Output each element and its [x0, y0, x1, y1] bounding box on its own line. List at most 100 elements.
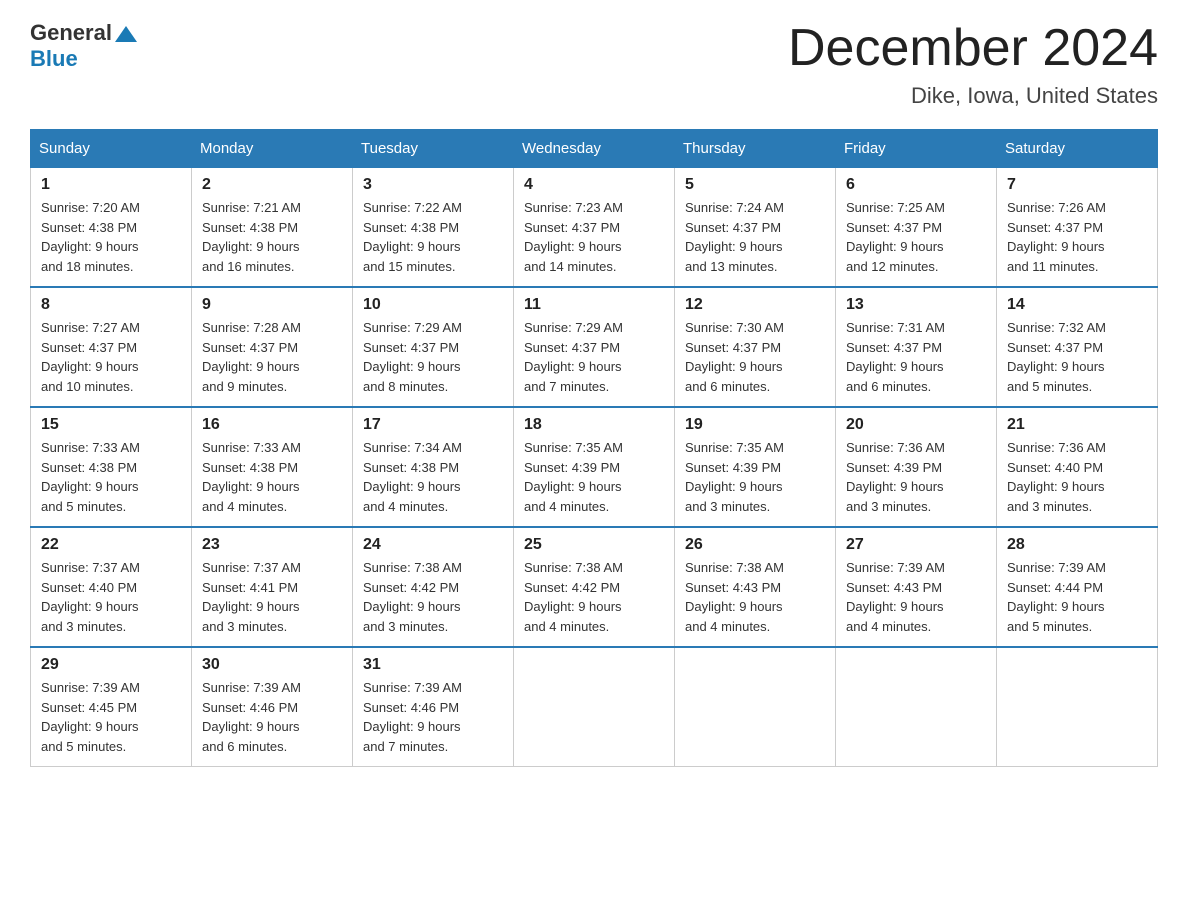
- day-number: 20: [846, 416, 986, 434]
- calendar-day-cell: 6 Sunrise: 7:25 AM Sunset: 4:37 PM Dayli…: [836, 168, 997, 288]
- day-info: Sunrise: 7:30 AM Sunset: 4:37 PM Dayligh…: [685, 318, 825, 396]
- logo-general-text: General: [30, 20, 112, 46]
- calendar-day-header: Saturday: [997, 130, 1158, 168]
- logo-blue-text: Blue: [30, 46, 137, 72]
- day-number: 17: [363, 416, 503, 434]
- day-number: 24: [363, 536, 503, 554]
- calendar-day-cell: 22 Sunrise: 7:37 AM Sunset: 4:40 PM Dayl…: [31, 527, 192, 647]
- day-number: 27: [846, 536, 986, 554]
- calendar-day-cell: 7 Sunrise: 7:26 AM Sunset: 4:37 PM Dayli…: [997, 168, 1158, 288]
- calendar-day-header: Tuesday: [353, 130, 514, 168]
- calendar-day-cell: 11 Sunrise: 7:29 AM Sunset: 4:37 PM Dayl…: [514, 287, 675, 407]
- calendar-day-cell: 28 Sunrise: 7:39 AM Sunset: 4:44 PM Dayl…: [997, 527, 1158, 647]
- day-number: 10: [363, 296, 503, 314]
- day-info: Sunrise: 7:28 AM Sunset: 4:37 PM Dayligh…: [202, 318, 342, 396]
- day-info: Sunrise: 7:36 AM Sunset: 4:40 PM Dayligh…: [1007, 438, 1147, 516]
- calendar-day-header: Sunday: [31, 130, 192, 168]
- day-number: 7: [1007, 176, 1147, 194]
- calendar-day-cell: 5 Sunrise: 7:24 AM Sunset: 4:37 PM Dayli…: [675, 168, 836, 288]
- day-info: Sunrise: 7:33 AM Sunset: 4:38 PM Dayligh…: [202, 438, 342, 516]
- day-number: 1: [41, 176, 181, 194]
- calendar-day-cell: 16 Sunrise: 7:33 AM Sunset: 4:38 PM Dayl…: [192, 407, 353, 527]
- day-info: Sunrise: 7:20 AM Sunset: 4:38 PM Dayligh…: [41, 198, 181, 276]
- day-info: Sunrise: 7:38 AM Sunset: 4:43 PM Dayligh…: [685, 558, 825, 636]
- day-number: 23: [202, 536, 342, 554]
- calendar-day-cell: 19 Sunrise: 7:35 AM Sunset: 4:39 PM Dayl…: [675, 407, 836, 527]
- day-info: Sunrise: 7:23 AM Sunset: 4:37 PM Dayligh…: [524, 198, 664, 276]
- calendar-day-cell: 27 Sunrise: 7:39 AM Sunset: 4:43 PM Dayl…: [836, 527, 997, 647]
- day-info: Sunrise: 7:29 AM Sunset: 4:37 PM Dayligh…: [363, 318, 503, 396]
- day-number: 13: [846, 296, 986, 314]
- calendar-day-cell: 24 Sunrise: 7:38 AM Sunset: 4:42 PM Dayl…: [353, 527, 514, 647]
- calendar-day-cell: 25 Sunrise: 7:38 AM Sunset: 4:42 PM Dayl…: [514, 527, 675, 647]
- calendar-day-cell: 20 Sunrise: 7:36 AM Sunset: 4:39 PM Dayl…: [836, 407, 997, 527]
- day-number: 18: [524, 416, 664, 434]
- day-number: 6: [846, 176, 986, 194]
- day-info: Sunrise: 7:34 AM Sunset: 4:38 PM Dayligh…: [363, 438, 503, 516]
- day-number: 3: [363, 176, 503, 194]
- calendar-day-header: Thursday: [675, 130, 836, 168]
- day-number: 12: [685, 296, 825, 314]
- calendar-week-row: 8 Sunrise: 7:27 AM Sunset: 4:37 PM Dayli…: [31, 287, 1158, 407]
- day-number: 11: [524, 296, 664, 314]
- day-info: Sunrise: 7:24 AM Sunset: 4:37 PM Dayligh…: [685, 198, 825, 276]
- calendar-day-cell: 17 Sunrise: 7:34 AM Sunset: 4:38 PM Dayl…: [353, 407, 514, 527]
- location-title: Dike, Iowa, United States: [788, 83, 1158, 109]
- day-number: 22: [41, 536, 181, 554]
- calendar-day-cell: 23 Sunrise: 7:37 AM Sunset: 4:41 PM Dayl…: [192, 527, 353, 647]
- day-info: Sunrise: 7:37 AM Sunset: 4:41 PM Dayligh…: [202, 558, 342, 636]
- day-number: 9: [202, 296, 342, 314]
- day-number: 29: [41, 656, 181, 674]
- day-info: Sunrise: 7:32 AM Sunset: 4:37 PM Dayligh…: [1007, 318, 1147, 396]
- calendar-day-cell: 1 Sunrise: 7:20 AM Sunset: 4:38 PM Dayli…: [31, 168, 192, 288]
- day-number: 19: [685, 416, 825, 434]
- day-number: 5: [685, 176, 825, 194]
- calendar-week-row: 15 Sunrise: 7:33 AM Sunset: 4:38 PM Dayl…: [31, 407, 1158, 527]
- calendar-day-cell: 8 Sunrise: 7:27 AM Sunset: 4:37 PM Dayli…: [31, 287, 192, 407]
- calendar-day-cell: 12 Sunrise: 7:30 AM Sunset: 4:37 PM Dayl…: [675, 287, 836, 407]
- day-info: Sunrise: 7:39 AM Sunset: 4:46 PM Dayligh…: [202, 678, 342, 756]
- day-info: Sunrise: 7:37 AM Sunset: 4:40 PM Dayligh…: [41, 558, 181, 636]
- day-info: Sunrise: 7:26 AM Sunset: 4:37 PM Dayligh…: [1007, 198, 1147, 276]
- day-number: 16: [202, 416, 342, 434]
- day-info: Sunrise: 7:36 AM Sunset: 4:39 PM Dayligh…: [846, 438, 986, 516]
- day-info: Sunrise: 7:39 AM Sunset: 4:45 PM Dayligh…: [41, 678, 181, 756]
- day-number: 2: [202, 176, 342, 194]
- day-info: Sunrise: 7:33 AM Sunset: 4:38 PM Dayligh…: [41, 438, 181, 516]
- calendar-day-header: Monday: [192, 130, 353, 168]
- calendar-day-cell: 21 Sunrise: 7:36 AM Sunset: 4:40 PM Dayl…: [997, 407, 1158, 527]
- day-info: Sunrise: 7:31 AM Sunset: 4:37 PM Dayligh…: [846, 318, 986, 396]
- calendar-day-cell: [997, 647, 1158, 767]
- calendar-day-cell: 30 Sunrise: 7:39 AM Sunset: 4:46 PM Dayl…: [192, 647, 353, 767]
- calendar-day-cell: 9 Sunrise: 7:28 AM Sunset: 4:37 PM Dayli…: [192, 287, 353, 407]
- day-info: Sunrise: 7:39 AM Sunset: 4:43 PM Dayligh…: [846, 558, 986, 636]
- calendar-day-cell: 10 Sunrise: 7:29 AM Sunset: 4:37 PM Dayl…: [353, 287, 514, 407]
- calendar-day-cell: 26 Sunrise: 7:38 AM Sunset: 4:43 PM Dayl…: [675, 527, 836, 647]
- calendar-day-cell: 31 Sunrise: 7:39 AM Sunset: 4:46 PM Dayl…: [353, 647, 514, 767]
- calendar-day-cell: 15 Sunrise: 7:33 AM Sunset: 4:38 PM Dayl…: [31, 407, 192, 527]
- day-number: 28: [1007, 536, 1147, 554]
- calendar-day-cell: 3 Sunrise: 7:22 AM Sunset: 4:38 PM Dayli…: [353, 168, 514, 288]
- day-info: Sunrise: 7:39 AM Sunset: 4:46 PM Dayligh…: [363, 678, 503, 756]
- logo-triangle-icon: [115, 24, 137, 44]
- page-header: General Blue December 2024 Dike, Iowa, U…: [30, 20, 1158, 109]
- calendar-day-cell: 18 Sunrise: 7:35 AM Sunset: 4:39 PM Dayl…: [514, 407, 675, 527]
- day-info: Sunrise: 7:25 AM Sunset: 4:37 PM Dayligh…: [846, 198, 986, 276]
- calendar-day-header: Friday: [836, 130, 997, 168]
- title-section: December 2024 Dike, Iowa, United States: [788, 20, 1158, 109]
- calendar-week-row: 29 Sunrise: 7:39 AM Sunset: 4:45 PM Dayl…: [31, 647, 1158, 767]
- calendar-day-cell: 29 Sunrise: 7:39 AM Sunset: 4:45 PM Dayl…: [31, 647, 192, 767]
- calendar-day-cell: [836, 647, 997, 767]
- calendar-day-cell: [675, 647, 836, 767]
- day-info: Sunrise: 7:22 AM Sunset: 4:38 PM Dayligh…: [363, 198, 503, 276]
- calendar-week-row: 22 Sunrise: 7:37 AM Sunset: 4:40 PM Dayl…: [31, 527, 1158, 647]
- day-number: 25: [524, 536, 664, 554]
- day-number: 8: [41, 296, 181, 314]
- day-number: 26: [685, 536, 825, 554]
- day-info: Sunrise: 7:27 AM Sunset: 4:37 PM Dayligh…: [41, 318, 181, 396]
- day-info: Sunrise: 7:38 AM Sunset: 4:42 PM Dayligh…: [363, 558, 503, 636]
- calendar-day-cell: 14 Sunrise: 7:32 AM Sunset: 4:37 PM Dayl…: [997, 287, 1158, 407]
- month-title: December 2024: [788, 20, 1158, 77]
- calendar-header-row: SundayMondayTuesdayWednesdayThursdayFrid…: [31, 130, 1158, 168]
- day-number: 4: [524, 176, 664, 194]
